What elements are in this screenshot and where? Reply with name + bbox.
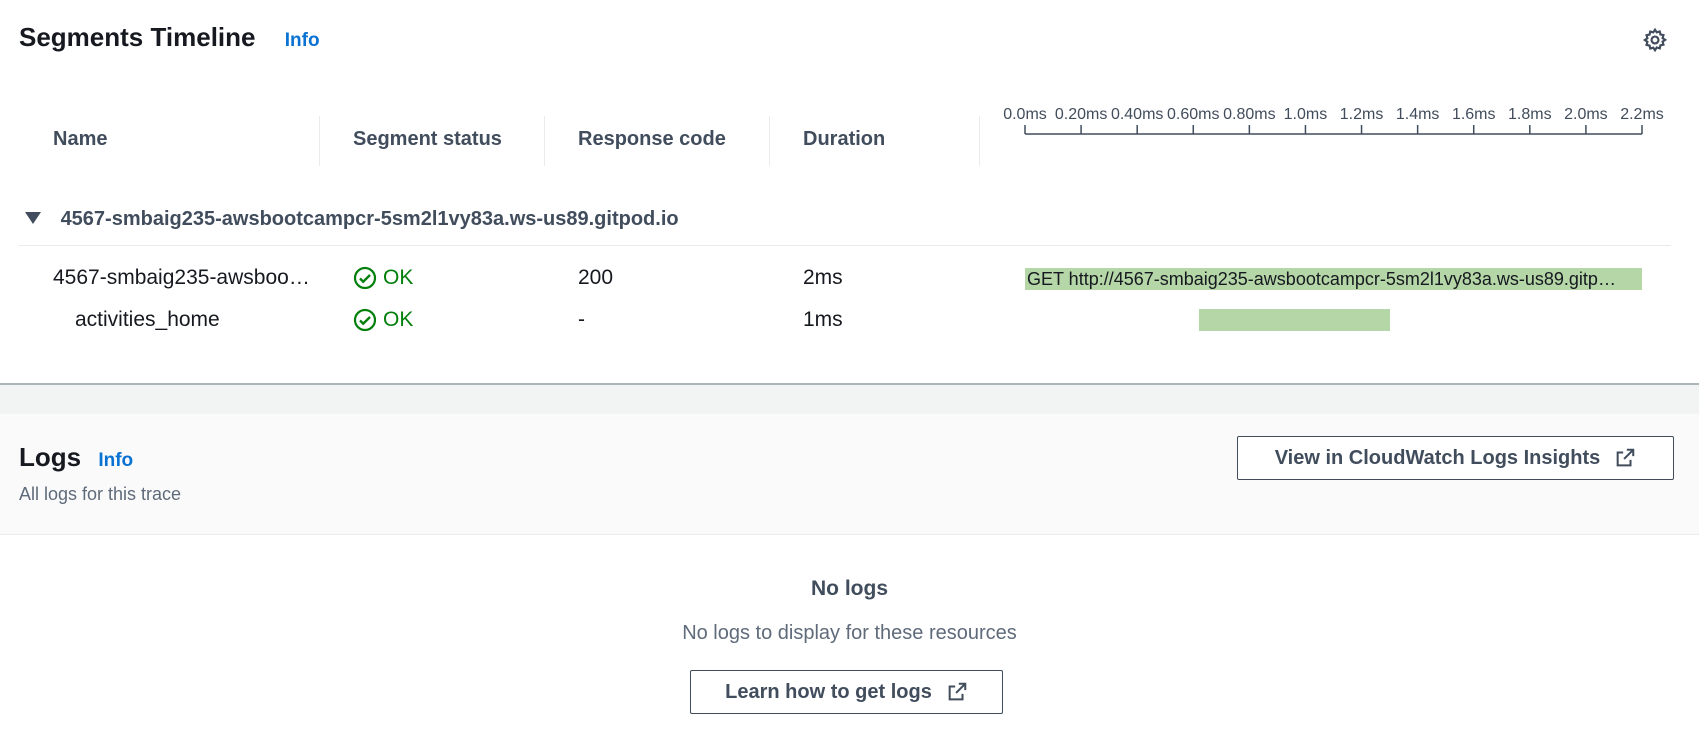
- status-text: OK: [383, 266, 414, 289]
- axis-tick-label: 2.2ms: [1620, 106, 1664, 123]
- response-code: -: [578, 308, 585, 331]
- settings-button[interactable]: [1642, 27, 1668, 53]
- external-link-icon: [1616, 448, 1635, 467]
- segment-name[interactable]: 4567-smbaig235-awsboo…: [53, 266, 310, 290]
- column-header-duration[interactable]: Duration: [803, 128, 885, 151]
- logs-info-link[interactable]: Info: [98, 450, 133, 471]
- column-header-status[interactable]: Segment status: [353, 128, 502, 151]
- axis-tick-label: 1.6ms: [1452, 106, 1496, 123]
- column-header-response-code[interactable]: Response code: [578, 128, 726, 151]
- axis-tick-label: 0.60ms: [1167, 106, 1219, 123]
- check-circle-icon: [353, 308, 377, 332]
- axis-tick-label: 1.2ms: [1340, 106, 1384, 123]
- segment-group-row[interactable]: 4567-smbaig235-awsbootcampcr-5sm2l1vy83a…: [25, 208, 679, 231]
- view-cloudwatch-button[interactable]: View in CloudWatch Logs Insights: [1237, 436, 1674, 480]
- timeline-bar[interactable]: [1198, 309, 1390, 331]
- axis-tick-label: 1.4ms: [1396, 106, 1440, 123]
- axis-tick-label: 1.8ms: [1508, 106, 1552, 123]
- empty-state-title: No logs: [811, 577, 888, 600]
- check-circle-icon: [353, 266, 377, 290]
- gear-icon: [1642, 27, 1668, 53]
- page-title: Segments Timeline Info: [19, 22, 320, 53]
- column-header-name[interactable]: Name: [53, 128, 107, 151]
- section-separator: [0, 383, 1699, 415]
- segment-name[interactable]: activities_home: [75, 308, 220, 332]
- axis-tick-label: 0.20ms: [1055, 106, 1107, 123]
- duration: 1ms: [803, 308, 843, 331]
- column-divider: [769, 116, 770, 166]
- axis-tick-label: 0.40ms: [1111, 106, 1163, 123]
- segment-group-label: 4567-smbaig235-awsbootcampcr-5sm2l1vy83a…: [60, 208, 679, 230]
- external-link-icon: [948, 682, 967, 701]
- info-link[interactable]: Info: [285, 30, 320, 51]
- row-divider: [19, 245, 1671, 246]
- learn-logs-button[interactable]: Learn how to get logs: [690, 670, 1003, 714]
- timeline-bar[interactable]: GET http://4567-smbaig235-awsbootcampcr-…: [1025, 268, 1642, 290]
- segment-status: OK: [353, 266, 413, 290]
- status-text: OK: [383, 308, 414, 331]
- axis-tick-label: 0.80ms: [1223, 106, 1275, 123]
- duration: 2ms: [803, 266, 843, 289]
- axis-tick-label: 1.0ms: [1284, 106, 1328, 123]
- segment-status: OK: [353, 308, 413, 332]
- axis-tick-label: 2.0ms: [1564, 106, 1608, 123]
- column-divider: [319, 116, 320, 166]
- logs-title: Logs Info: [19, 442, 133, 473]
- logs-title-text: Logs: [19, 442, 82, 472]
- logs-subtitle: All logs for this trace: [19, 484, 182, 504]
- axis-tick-label: 0.0ms: [1003, 106, 1047, 123]
- view-cloudwatch-label: View in CloudWatch Logs Insights: [1274, 446, 1601, 469]
- caret-down-icon[interactable]: [25, 211, 41, 224]
- timeline-axis: 0.0ms 0.20ms 0.40ms 0.60ms 0.80ms 1.0ms 1.2ms 1…: [1003, 106, 1664, 135]
- page-title-text: Segments Timeline: [19, 22, 256, 52]
- column-divider: [979, 116, 980, 166]
- response-code: 200: [578, 266, 614, 289]
- column-divider: [544, 116, 545, 166]
- empty-state-message: No logs to display for these resources: [682, 622, 1017, 644]
- learn-logs-label: Learn how to get logs: [725, 680, 932, 703]
